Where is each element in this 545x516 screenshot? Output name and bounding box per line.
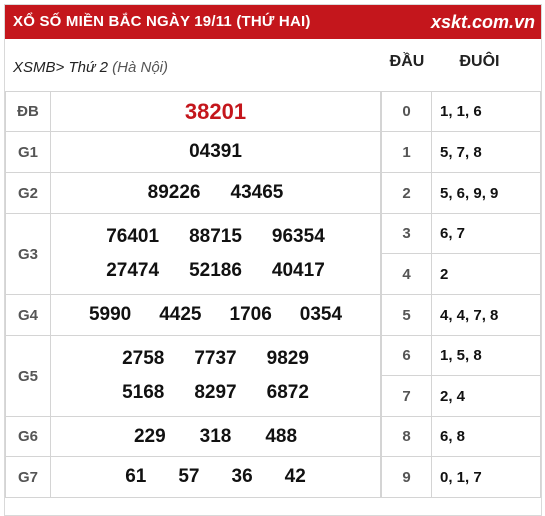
special-prize-number: 38201 [184,98,247,124]
loto-tail: 0, 1, 7 [431,456,541,498]
results-header: XỔ SỐ MIỀN BẮC NGÀY 19/11 (THỨ HAI) xskt… [5,5,541,39]
prize-number: 318 [199,425,232,447]
results-title[interactable]: XỔ SỐ MIỀN BẮC NGÀY 19/11 (THỨ HAI) [13,5,311,39]
breadcrumb: XSMB> Thứ 2 (Hà Nội) [13,39,168,91]
loto-tail: 1, 5, 8 [431,335,541,376]
prize-row-g1: G1 04391 [5,131,381,173]
loto-head: 9 [381,456,432,498]
prize-value: 38201 [50,91,381,132]
prize-label: ĐB [5,91,51,132]
breadcrumb-day-link[interactable]: Thứ 2 [68,59,108,76]
prize-row-g5: G5 2758 7737 9829 5168 8297 6872 [5,335,381,417]
prize-number: 27474 [106,260,160,281]
prize-row-db: ĐB 38201 [5,91,381,132]
loto-tail: 5, 7, 8 [431,131,541,173]
loto-tail: 4, 4, 7, 8 [431,294,541,336]
prize-label: G3 [5,213,51,295]
prize-number: 4425 [159,304,202,325]
results-subheader: XSMB> Thứ 2 (Hà Nội) ĐẦU ĐUÔI [5,39,541,91]
prize-label: G6 [5,416,51,457]
prize-value: 61 57 36 42 [50,456,381,498]
cut-off-next-row [8,499,528,505]
prize-number: 88715 [189,226,242,247]
prize-row-g7: G7 61 57 36 42 [5,456,381,498]
loto-row: 1 5, 7, 8 [381,131,541,173]
loto-row: 8 6, 8 [381,416,541,457]
prize-number: 2758 [122,348,165,369]
prize-number: 52186 [189,260,242,281]
prize-number: 76401 [106,226,160,247]
loto-row: 9 0, 1, 7 [381,456,541,498]
loto-head: 6 [381,335,432,376]
loto-tail: 6, 8 [431,416,541,457]
prize-row-g4: G4 5990 4425 1706 0354 [5,294,381,336]
prize-number: 488 [265,425,298,447]
prize-value: 5990 4425 1706 0354 [50,294,381,336]
loto-row: 4 2 [381,253,541,295]
loto-row: 6 1, 5, 8 [381,335,541,376]
loto-head: 5 [381,294,432,336]
loto-head: 1 [381,131,432,173]
loto-row: 2 5, 6, 9, 9 [381,172,541,214]
prize-number: 8297 [194,382,237,403]
dau-column-header: ĐẦU [389,53,425,70]
prize-number: 7737 [194,348,237,369]
breadcrumb-region-link[interactable]: XSMB [13,59,56,76]
prize-number: 229 [133,425,166,447]
prize-value: 89226 43465 [50,172,381,214]
prize-label: G1 [5,131,51,173]
prize-number: 43465 [230,182,284,203]
loto-head-tail-table: 0 1, 1, 6 1 5, 7, 8 2 5, 6, 9, 9 3 6, 7 … [381,91,541,498]
prize-number: 61 [125,466,147,487]
prize-number: 36 [231,466,253,487]
prize-number: 42 [284,466,306,487]
prize-label: G4 [5,294,51,336]
loto-head: 3 [381,213,432,254]
loto-row: 3 6, 7 [381,213,541,254]
prize-label: G2 [5,172,51,214]
prize-number: 57 [178,466,200,487]
prize-value: 2758 7737 9829 5168 8297 6872 [50,335,381,417]
prize-row-g3: G3 76401 88715 96354 27474 52186 40417 [5,213,381,295]
prize-number: 04391 [189,141,242,162]
prize-row-g2: G2 89226 43465 [5,172,381,214]
site-logo[interactable]: xskt.com.vn [431,5,535,39]
prize-number: 40417 [271,260,325,281]
loto-tail: 2 [431,253,541,295]
prize-label: G7 [5,456,51,498]
prize-results-table: ĐB 38201 G1 04391 G2 89226 43465 G3 7640… [5,91,381,498]
prize-value: 04391 [50,131,381,173]
loto-head: 7 [381,375,432,417]
prize-row-g6: G6 229 318 488 [5,416,381,457]
prize-number: 96354 [271,226,325,247]
prize-number: 89226 [147,182,201,203]
loto-tail: 5, 6, 9, 9 [431,172,541,214]
breadcrumb-separator: > [55,59,65,76]
prize-number: 5990 [88,304,132,325]
breadcrumb-province: (Hà Nội) [112,59,168,76]
prize-number: 6872 [266,382,309,403]
prize-number: 5168 [122,382,165,403]
loto-head: 0 [381,91,432,132]
prize-value: 229 318 488 [50,416,381,457]
loto-tail: 6, 7 [431,213,541,254]
loto-head: 2 [381,172,432,214]
loto-row: 5 4, 4, 7, 8 [381,294,541,336]
prize-number: 1706 [229,304,272,325]
loto-row: 0 1, 1, 6 [381,91,541,132]
loto-head: 4 [381,253,432,295]
loto-tail: 1, 1, 6 [431,91,541,132]
prize-value: 76401 88715 96354 27474 52186 40417 [50,213,381,295]
lottery-results-panel: XỔ SỐ MIỀN BẮC NGÀY 19/11 (THỨ HAI) xskt… [4,4,542,516]
prize-number: 0354 [299,304,343,325]
duoi-column-header: ĐUÔI [459,53,500,70]
prize-label: G5 [5,335,51,417]
loto-head: 8 [381,416,432,457]
prize-number: 9829 [266,348,309,369]
loto-row: 7 2, 4 [381,375,541,417]
loto-tail: 2, 4 [431,375,541,417]
